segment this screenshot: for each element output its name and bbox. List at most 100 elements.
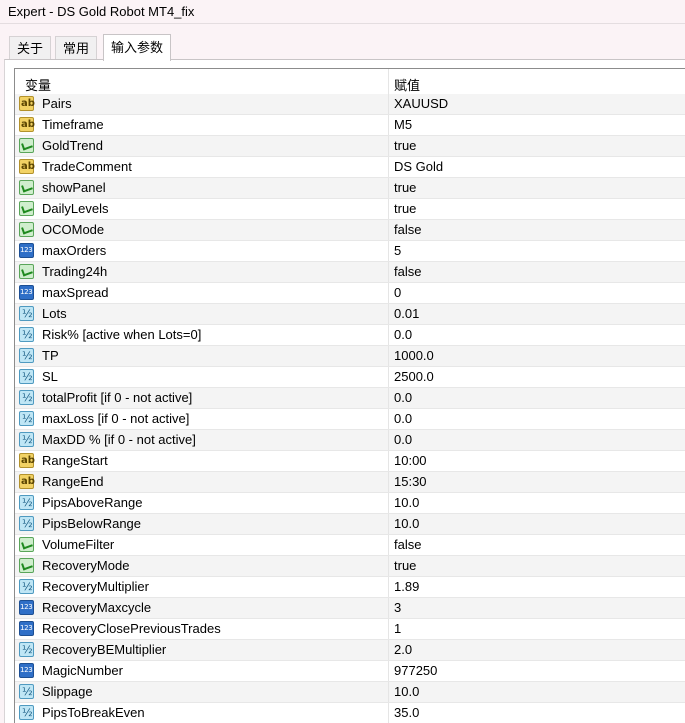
double-type-icon bbox=[19, 390, 34, 405]
table-row[interactable]: PipsToBreakEven 35.0 bbox=[15, 703, 685, 723]
table-row[interactable]: showPanel true bbox=[15, 178, 685, 199]
parameter-value[interactable]: 10:00 bbox=[394, 453, 427, 468]
cell-divider bbox=[388, 220, 389, 240]
table-row[interactable]: SL 2500.0 bbox=[15, 367, 685, 388]
parameter-value[interactable]: 0.0 bbox=[394, 411, 412, 426]
parameter-value[interactable]: 2500.0 bbox=[394, 369, 434, 384]
parameter-name: RangeEnd bbox=[42, 474, 104, 489]
parameter-name: GoldTrend bbox=[42, 138, 103, 153]
table-row[interactable]: MaxDD % [if 0 - not active] 0.0 bbox=[15, 430, 685, 451]
parameter-value[interactable]: 5 bbox=[394, 243, 401, 258]
parameter-value[interactable]: 10.0 bbox=[394, 684, 419, 699]
cell-divider bbox=[388, 283, 389, 303]
cell-divider bbox=[388, 535, 389, 555]
column-divider[interactable] bbox=[388, 69, 389, 94]
parameter-value[interactable]: 0.0 bbox=[394, 390, 412, 405]
table-row[interactable]: MagicNumber 977250 bbox=[15, 661, 685, 682]
parameter-value[interactable]: 10.0 bbox=[394, 516, 419, 531]
cell-divider bbox=[388, 346, 389, 366]
table-row[interactable]: Lots 0.01 bbox=[15, 304, 685, 325]
double-type-icon bbox=[19, 327, 34, 342]
cell-divider bbox=[388, 241, 389, 261]
cell-divider bbox=[388, 304, 389, 324]
parameter-value[interactable]: M5 bbox=[394, 117, 412, 132]
table-row[interactable]: maxSpread 0 bbox=[15, 283, 685, 304]
parameter-name: Lots bbox=[42, 306, 67, 321]
column-header-value[interactable]: 赋值 bbox=[394, 75, 420, 94]
table-row[interactable]: RecoveryMode true bbox=[15, 556, 685, 577]
parameter-value[interactable]: 1 bbox=[394, 621, 401, 636]
tab-about[interactable]: 关于 bbox=[9, 36, 52, 60]
parameter-value[interactable]: 1.89 bbox=[394, 579, 419, 594]
table-row[interactable]: RecoveryClosePreviousTrades 1 bbox=[15, 619, 685, 640]
tab-inputs[interactable]: 输入参数 bbox=[103, 34, 172, 61]
table-row[interactable]: RangeEnd 15:30 bbox=[15, 472, 685, 493]
cell-divider bbox=[388, 451, 389, 471]
parameter-value[interactable]: true bbox=[394, 138, 416, 153]
table-row[interactable]: TP 1000.0 bbox=[15, 346, 685, 367]
table-row[interactable]: Risk% [active when Lots=0] 0.0 bbox=[15, 325, 685, 346]
table-row[interactable]: PipsBelowRange 10.0 bbox=[15, 514, 685, 535]
table-row[interactable]: PipsAboveRange 10.0 bbox=[15, 493, 685, 514]
parameter-value[interactable]: 3 bbox=[394, 600, 401, 615]
table-row[interactable]: TradeComment DS Gold bbox=[15, 157, 685, 178]
table-row[interactable]: RecoveryMaxcycle 3 bbox=[15, 598, 685, 619]
parameter-value[interactable]: true bbox=[394, 558, 416, 573]
bool-type-icon bbox=[19, 537, 34, 552]
parameter-value[interactable]: 0.0 bbox=[394, 432, 412, 447]
table-row[interactable]: maxOrders 5 bbox=[15, 241, 685, 262]
parameter-value[interactable]: 10.0 bbox=[394, 495, 419, 510]
table-row[interactable]: RangeStart 10:00 bbox=[15, 451, 685, 472]
parameter-value[interactable]: 15:30 bbox=[394, 474, 427, 489]
parameter-value[interactable]: 1000.0 bbox=[394, 348, 434, 363]
double-type-icon bbox=[19, 306, 34, 321]
parameter-value[interactable]: XAUUSD bbox=[394, 96, 448, 111]
cell-divider bbox=[388, 178, 389, 198]
table-row[interactable]: Pairs XAUUSD bbox=[15, 94, 685, 115]
cell-divider bbox=[388, 388, 389, 408]
table-row[interactable]: Trading24h false bbox=[15, 262, 685, 283]
table-row[interactable]: maxLoss [if 0 - not active] 0.0 bbox=[15, 409, 685, 430]
double-type-icon bbox=[19, 705, 34, 720]
tab-common[interactable]: 常用 bbox=[55, 36, 98, 60]
cell-divider bbox=[388, 472, 389, 492]
parameter-value[interactable]: false bbox=[394, 537, 421, 552]
parameter-value[interactable]: 977250 bbox=[394, 663, 437, 678]
parameter-value[interactable]: true bbox=[394, 180, 416, 195]
double-type-icon bbox=[19, 642, 34, 657]
table-row[interactable]: OCOMode false bbox=[15, 220, 685, 241]
parameter-name: totalProfit [if 0 - not active] bbox=[42, 390, 193, 405]
parameter-value[interactable]: 2.0 bbox=[394, 642, 412, 657]
table-row[interactable]: RecoveryBEMultiplier 2.0 bbox=[15, 640, 685, 661]
parameter-value[interactable]: true bbox=[394, 201, 416, 216]
bool-type-icon bbox=[19, 558, 34, 573]
cell-divider bbox=[388, 493, 389, 513]
cell-divider bbox=[388, 367, 389, 387]
table-row[interactable]: RecoveryMultiplier 1.89 bbox=[15, 577, 685, 598]
parameter-name: TradeComment bbox=[42, 159, 132, 174]
cell-divider bbox=[388, 556, 389, 576]
parameter-name: maxOrders bbox=[42, 243, 107, 258]
parameter-value[interactable]: 0 bbox=[394, 285, 401, 300]
cell-divider bbox=[388, 430, 389, 450]
table-row[interactable]: Slippage 10.0 bbox=[15, 682, 685, 703]
parameter-value[interactable]: 0.01 bbox=[394, 306, 419, 321]
table-row[interactable]: GoldTrend true bbox=[15, 136, 685, 157]
parameter-value[interactable]: 35.0 bbox=[394, 705, 419, 720]
table-row[interactable]: totalProfit [if 0 - not active] 0.0 bbox=[15, 388, 685, 409]
parameter-value[interactable]: false bbox=[394, 222, 421, 237]
column-header-variable[interactable]: 变量 bbox=[25, 75, 51, 94]
cell-divider bbox=[388, 409, 389, 429]
parameter-name: Pairs bbox=[42, 96, 72, 111]
table-row[interactable]: Timeframe M5 bbox=[15, 115, 685, 136]
parameter-value[interactable]: DS Gold bbox=[394, 159, 443, 174]
parameter-name: RangeStart bbox=[42, 453, 108, 468]
double-type-icon bbox=[19, 348, 34, 363]
table-row[interactable]: DailyLevels true bbox=[15, 199, 685, 220]
table-row[interactable]: VolumeFilter false bbox=[15, 535, 685, 556]
double-type-icon bbox=[19, 369, 34, 384]
cell-divider bbox=[388, 661, 389, 681]
integer-type-icon bbox=[19, 663, 34, 678]
parameter-value[interactable]: 0.0 bbox=[394, 327, 412, 342]
parameter-value[interactable]: false bbox=[394, 264, 421, 279]
